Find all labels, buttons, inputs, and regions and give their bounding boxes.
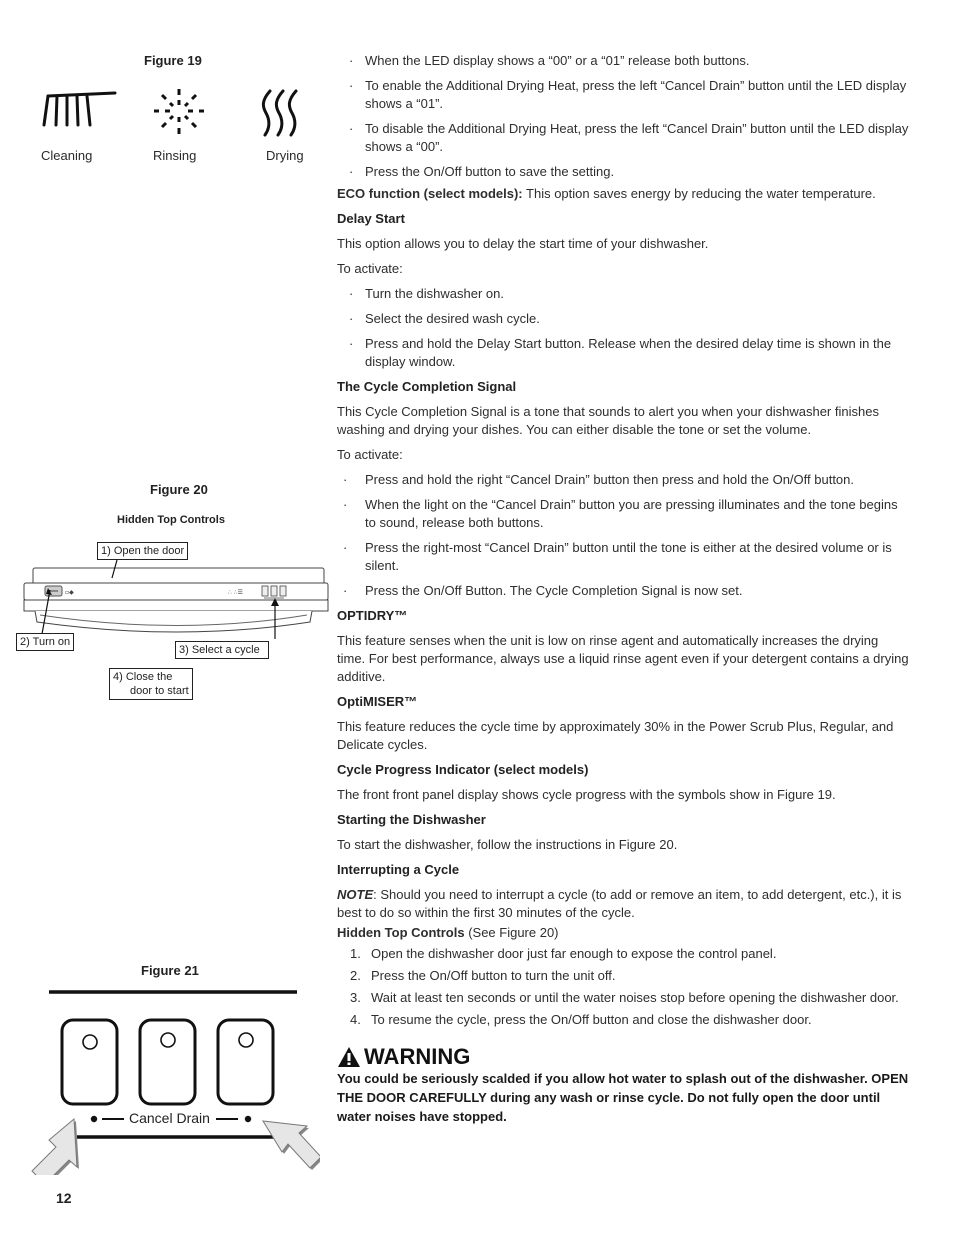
delay-start-intro: This option allows you to delay the star… <box>337 236 709 251</box>
delay-start-heading: Delay Start <box>337 211 405 226</box>
figure-20-caption: Figure 20 <box>150 482 208 497</box>
list-item: · Select the desired wash cycle. <box>349 311 540 326</box>
callout-select-cycle: 3) Select a cycle <box>175 641 269 659</box>
completion-signal-intro: This Cycle Completion Signal is a tone t… <box>337 404 879 437</box>
rinsing-label: Rinsing <box>153 148 197 163</box>
list-item: · Turn the dishwasher on. <box>349 286 504 301</box>
progress-indicator-text: The front front panel display shows cycl… <box>337 787 836 802</box>
numbered-step: 4. To resume the cycle, press the On/Off … <box>350 1012 812 1027</box>
completion-signal-activate: To activate: <box>337 447 403 462</box>
list-item: · Press and hold the right “Cancel Drain”… <box>343 472 854 487</box>
warning-triangle-icon <box>338 1047 360 1067</box>
cleaning-brush-icon <box>42 91 117 127</box>
numbered-step: 2. Press the On/Off button to turn the un… <box>350 968 616 983</box>
drying-label: Drying <box>266 148 304 163</box>
starting-text: To start the dishwasher, follow the inst… <box>337 837 678 852</box>
right-arrow-icon <box>262 1120 320 1170</box>
callout-close-door: 4) Close the door to start <box>109 668 193 700</box>
list-item: · When the LED display shows a “00” or a … <box>349 53 750 68</box>
optidry-heading: OPTIDRY™ <box>337 608 408 623</box>
list-item: · Press the On/Off Button. The Cycle Comp… <box>343 583 743 598</box>
completion-signal-heading: The Cycle Completion Signal <box>337 379 517 394</box>
left-arrow-icon <box>31 1117 79 1175</box>
list-item: · Press the right-most “Cancel Drain” but… <box>343 540 892 573</box>
list-item: · To disable the Additional Drying Heat, … <box>349 121 909 154</box>
page-number: 12 <box>56 1190 72 1206</box>
callout-close-line1: 4) Close the <box>113 671 173 683</box>
svg-text:▫◆: ▫◆ <box>65 589 74 596</box>
progress-indicator-heading: Cycle Progress Indicator (select models) <box>337 762 589 777</box>
starting-heading: Starting the Dishwasher <box>337 812 486 827</box>
delay-start-activate: To activate: <box>337 261 403 276</box>
list-item: · To enable the Additional Drying Heat, p… <box>349 78 907 111</box>
optimiser-heading: OptiMISER™ <box>337 694 418 709</box>
cancel-drain-label: Cancel Drain <box>129 1110 210 1126</box>
interrupting-note: NOTE: Should you need to interrupt a cyc… <box>337 887 902 920</box>
cleaning-label: Cleaning <box>41 148 93 163</box>
numbered-step: 3. Wait at least ten seconds or until the… <box>350 990 899 1005</box>
list-item: · Press and hold the Delay Start button. … <box>349 336 892 369</box>
callout-close-line2: door to start <box>130 685 189 697</box>
left-cancel-drain-button <box>60 1018 119 1106</box>
eco-function-paragraph: ECO function (select models): This optio… <box>337 186 876 201</box>
warning-heading: WARNING <box>337 1045 909 1069</box>
numbered-step: 1. Open the dishwasher door just far enou… <box>350 946 777 961</box>
svg-text:∴ ∴☰: ∴ ∴☰ <box>228 589 243 596</box>
list-item: · Press the On/Off button to save the set… <box>349 164 615 179</box>
rinsing-sparkle-icon <box>154 89 204 134</box>
figure-20-subtitle: Hidden Top Controls <box>117 514 225 526</box>
interrupting-heading: Interrupting a Cycle <box>337 862 460 877</box>
warning-body: You could be seriously scalded if you al… <box>337 1071 909 1124</box>
drying-waves-icon <box>261 89 298 137</box>
callout-open-door: 1) Open the door <box>97 542 189 560</box>
hidden-top-heading: Hidden Top Controls (See Figure 20) <box>337 925 559 940</box>
main-text-column: · When the LED display shows a “00” or a … <box>337 52 909 1126</box>
figure-21-caption: Figure 21 <box>141 963 199 978</box>
list-item: · When the light on the “Cancel Drain” bu… <box>343 497 898 530</box>
cancel-drain-diagram <box>31 990 320 1175</box>
callout-turn-on: 2) Turn on <box>16 633 75 651</box>
optimiser-text: This feature reduces the cycle time by a… <box>337 719 894 752</box>
figure-19-caption: Figure 19 <box>144 53 202 68</box>
optidry-text: This feature senses when the unit is low… <box>337 633 909 684</box>
